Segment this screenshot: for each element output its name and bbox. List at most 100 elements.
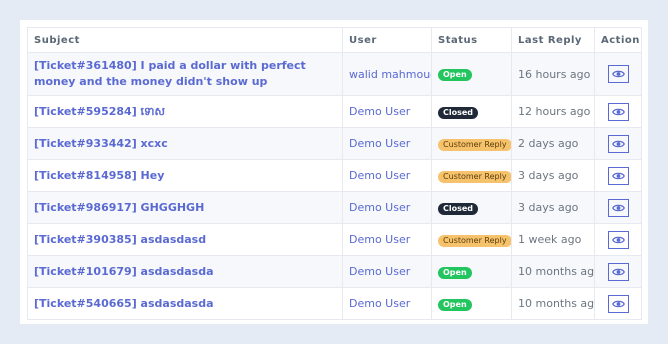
ticket-user-link[interactable]: Demo User [349,233,410,246]
ticket-user-link[interactable]: walid mahmoud [349,68,431,81]
last-reply-text: 3 days ago [518,169,579,182]
status-cell: Customer Reply [431,127,512,160]
view-ticket-button[interactable] [607,294,629,313]
action-cell [594,287,642,320]
action-cell [594,191,642,224]
table-row: [Ticket#814958] Hey Demo User Customer Rep… [27,159,642,192]
eye-icon [611,108,625,115]
user-cell: walid mahmoud [342,52,432,96]
ticket-subject-link[interactable]: [Ticket#986917] GHGGHGH [34,201,204,214]
subject-cell: [Ticket#814958] Hey [27,159,343,192]
status-badge: Closed [438,106,479,119]
ticket-user-link[interactable]: Demo User [349,201,410,214]
table-row: [Ticket#101679] asdasdasda Demo User Open 1… [27,255,642,288]
subject-cell: [Ticket#361480] I paid a dollar with per… [27,52,343,96]
user-cell: Demo User [342,191,432,224]
status-cell: Customer Reply [431,159,512,192]
eye-icon [611,204,625,211]
eye-icon [611,236,625,243]
user-cell: Demo User [342,287,432,320]
ticket-subject-link[interactable]: [Ticket#390385] asdasdasd [34,233,206,246]
last-reply-text: 2 days ago [518,137,579,150]
status-badge: Customer Reply [438,170,511,183]
header-action: Action [594,27,642,53]
action-cell [594,159,642,192]
table-row: [Ticket#390385] asdasdasd Demo User Custom… [27,223,642,256]
table-row: [Ticket#986917] GHGGHGH Demo User Closed 3 … [27,191,642,224]
ticket-subject-link[interactable]: [Ticket#814958] Hey [34,169,164,182]
user-cell: Demo User [342,255,432,288]
table-row: [Ticket#361480] I paid a dollar with per… [27,52,642,96]
status-cell: Open [431,52,512,96]
last-reply-cell: 1 week ago [511,223,595,256]
ticket-subject-link[interactable]: [Ticket#361480] I paid a dollar with per… [34,59,306,88]
ticket-subject-link[interactable]: [Ticket#933442] xcxc [34,137,168,150]
last-reply-text: 12 hours ago [518,105,591,118]
ticket-subject-link[interactable]: [Ticket#595284] ទោស [34,105,165,118]
ticket-user-link[interactable]: Demo User [349,297,410,310]
eye-icon [611,140,625,147]
status-cell: Customer Reply [431,223,512,256]
ticket-user-link[interactable]: Demo User [349,169,410,182]
status-cell: Open [431,255,512,288]
last-reply-text: 10 months ago [518,297,595,310]
last-reply-cell: 3 days ago [511,191,595,224]
header-status: Status [431,27,512,53]
view-ticket-button[interactable] [607,198,629,217]
user-cell: Demo User [342,159,432,192]
eye-icon [611,70,625,78]
header-subject: Subject [27,27,343,53]
view-ticket-button[interactable] [607,134,629,153]
last-reply-text: 10 months ago [518,265,595,278]
user-cell: Demo User [342,223,432,256]
status-cell: Closed [431,95,512,128]
last-reply-cell: 16 hours ago [511,52,595,96]
action-cell [594,95,642,128]
table-row: [Ticket#540665] asdasdasda Demo User Open 1… [27,287,642,320]
subject-cell: [Ticket#595284] ទោស [27,95,343,128]
action-cell [594,255,642,288]
view-ticket-button[interactable] [607,166,629,185]
action-cell [594,223,642,256]
table-row: [Ticket#595284] ទោស Demo User Closed 12 hou… [27,95,642,128]
tickets-card: Subject User Status Last Reply Action [T… [20,20,648,324]
ticket-user-link[interactable]: Demo User [349,265,410,278]
ticket-subject-link[interactable]: [Ticket#101679] asdasdasda [34,265,214,278]
last-reply-cell: 10 months ago [511,287,595,320]
header-user: User [342,27,432,53]
status-badge: Customer Reply [438,234,511,247]
header-last-reply: Last Reply [511,27,595,53]
subject-cell: [Ticket#933442] xcxc [27,127,343,160]
eye-icon [611,172,625,179]
subject-cell: [Ticket#986917] GHGGHGH [27,191,343,224]
last-reply-text: 16 hours ago [518,67,591,81]
status-cell: Open [431,287,512,320]
action-cell [594,127,642,160]
last-reply-text: 1 week ago [518,233,582,246]
status-badge: Customer Reply [438,138,511,151]
status-badge: Closed [438,202,479,215]
ticket-user-link[interactable]: Demo User [349,105,410,118]
tickets-table: Subject User Status Last Reply Action [T… [27,27,642,320]
status-badge: Open [438,69,472,81]
subject-cell: [Ticket#390385] asdasdasd [27,223,343,256]
view-ticket-button[interactable] [607,230,629,249]
last-reply-cell: 12 hours ago [511,95,595,128]
last-reply-cell: 10 months ago [511,255,595,288]
status-cell: Closed [431,191,512,224]
user-cell: Demo User [342,127,432,160]
table-row: [Ticket#933442] xcxc Demo User Customer Re… [27,127,642,160]
action-cell [594,52,642,96]
view-ticket-button[interactable] [607,102,629,121]
last-reply-cell: 2 days ago [511,127,595,160]
view-ticket-button[interactable] [607,65,629,83]
last-reply-text: 3 days ago [518,201,579,214]
eye-icon [611,300,625,307]
status-badge: Open [438,266,472,279]
ticket-user-link[interactable]: Demo User [349,137,410,150]
subject-cell: [Ticket#101679] asdasdasda [27,255,343,288]
ticket-subject-link[interactable]: [Ticket#540665] asdasdasda [34,297,214,310]
view-ticket-button[interactable] [607,262,629,281]
last-reply-cell: 3 days ago [511,159,595,192]
user-cell: Demo User [342,95,432,128]
